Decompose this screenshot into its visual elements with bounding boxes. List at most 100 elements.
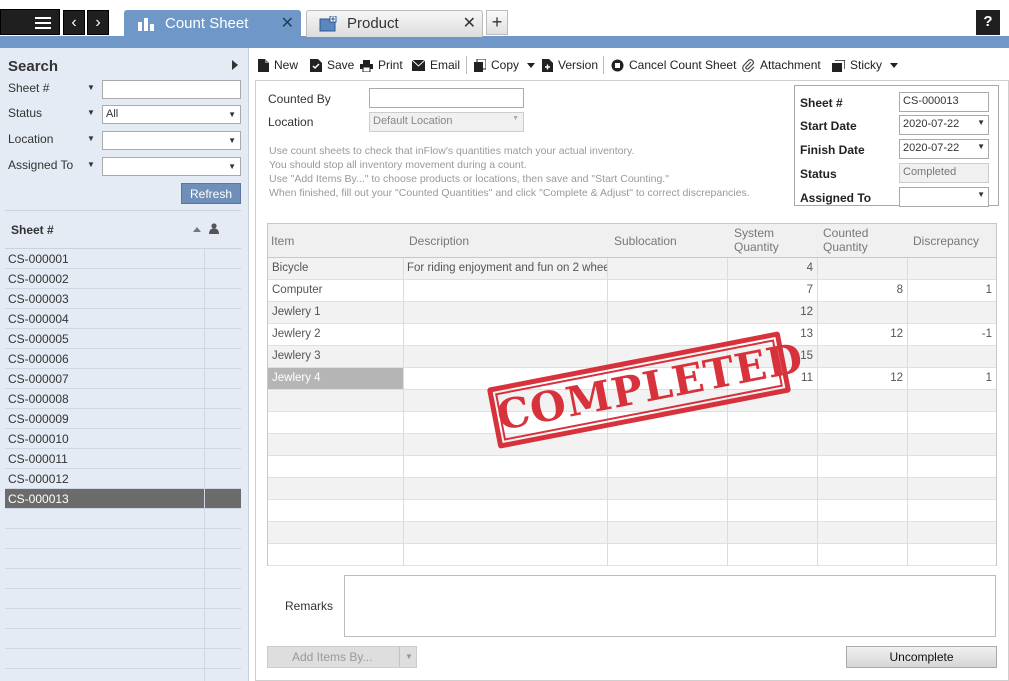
- assigned-to-field[interactable]: ▼: [899, 187, 989, 207]
- sheet-list-row[interactable]: CS-000013: [5, 489, 241, 509]
- item-cell[interactable]: Jewlery 1: [268, 302, 403, 323]
- sheet-list-row[interactable]: CS-000008: [5, 389, 241, 409]
- location-select[interactable]: Default Location ▼: [369, 112, 524, 132]
- sheet-list-row[interactable]: CS-000005: [5, 329, 241, 349]
- grid-row[interactable]: [268, 456, 996, 478]
- system-quantity-cell[interactable]: 4: [727, 258, 817, 279]
- description-cell[interactable]: [403, 324, 607, 345]
- close-tab-icon[interactable]: ✕: [281, 11, 294, 37]
- chevron-down-icon[interactable]: [527, 63, 536, 69]
- description-cell[interactable]: For riding enjoyment and fun on 2 wheels: [403, 258, 607, 279]
- user-icon[interactable]: [209, 223, 219, 234]
- tab-product[interactable]: Product ✕: [306, 10, 483, 37]
- system-quantity-header[interactable]: System Quantity: [734, 226, 779, 260]
- counted-quantity-cell[interactable]: 8: [817, 280, 907, 301]
- chevron-down-icon[interactable]: [890, 63, 899, 69]
- sheet-list-row[interactable]: CS-000009: [5, 409, 241, 429]
- grid-row[interactable]: [268, 434, 996, 456]
- item-cell[interactable]: Jewlery 4: [268, 368, 403, 389]
- sheet-list-row[interactable]: CS-000001: [5, 249, 241, 269]
- item-cell[interactable]: Jewlery 2: [268, 324, 403, 345]
- version-button[interactable]: Version: [542, 56, 598, 74]
- finish-date-field[interactable]: 2020-07-22 ▼: [899, 139, 989, 159]
- sheet-number-field[interactable]: CS-000013: [899, 92, 989, 112]
- discrepancy-cell[interactable]: -1: [907, 324, 996, 345]
- sheet-list-row[interactable]: CS-000011: [5, 449, 241, 469]
- counted-quantity-cell[interactable]: [817, 258, 907, 279]
- filter-options-icon[interactable]: ▼: [87, 108, 95, 117]
- sort-ascending-icon[interactable]: [193, 227, 201, 232]
- collapse-sidebar-icon[interactable]: [232, 60, 238, 70]
- sheet-list-row[interactable]: CS-000002: [5, 269, 241, 289]
- grid-row[interactable]: Jewlery 1 12: [268, 302, 996, 324]
- save-label: Save: [327, 58, 355, 72]
- printer-icon: [360, 59, 373, 72]
- system-quantity-cell[interactable]: 7: [727, 280, 817, 301]
- discrepancy-cell[interactable]: [907, 258, 996, 279]
- sheet-list-row[interactable]: CS-000004: [5, 309, 241, 329]
- grid-row[interactable]: Jewlery 2 13 12 -1: [268, 324, 996, 346]
- grid-row[interactable]: Bicycle For riding enjoyment and fun on 2…: [268, 258, 996, 280]
- forward-button[interactable]: ›: [87, 10, 109, 35]
- grid-row[interactable]: Computer 7 8 1: [268, 280, 996, 302]
- sheet-number-filter-input[interactable]: [102, 80, 241, 99]
- sticky-button[interactable]: Sticky: [832, 56, 899, 74]
- counted-by-input[interactable]: [369, 88, 524, 108]
- counted-quantity-cell[interactable]: 12: [817, 368, 907, 389]
- sheet-column-header[interactable]: Sheet #: [11, 223, 54, 237]
- sublocation-cell[interactable]: [607, 324, 727, 345]
- discrepancy-cell[interactable]: [907, 302, 996, 323]
- remarks-textarea[interactable]: [344, 575, 996, 637]
- description-cell[interactable]: [403, 346, 607, 367]
- print-button[interactable]: Print: [360, 56, 403, 74]
- refresh-button[interactable]: Refresh: [181, 183, 241, 204]
- grid-row[interactable]: [268, 500, 996, 522]
- sublocation-cell[interactable]: [607, 302, 727, 323]
- filter-options-icon[interactable]: ▼: [87, 83, 95, 92]
- counted-quantity-header[interactable]: Counted Quantity: [823, 226, 868, 260]
- counted-quantity-cell[interactable]: [817, 302, 907, 323]
- add-items-by-button[interactable]: Add Items By... ▼: [267, 646, 417, 668]
- new-button[interactable]: New: [258, 56, 298, 74]
- discrepancy-cell[interactable]: 1: [907, 280, 996, 301]
- discrepancy-cell[interactable]: [907, 346, 996, 367]
- sheet-list-row[interactable]: CS-000012: [5, 469, 241, 489]
- grid-row[interactable]: [268, 478, 996, 500]
- counted-quantity-cell[interactable]: 12: [817, 324, 907, 345]
- discrepancy-cell[interactable]: 1: [907, 368, 996, 389]
- counted-quantity-cell[interactable]: [817, 346, 907, 367]
- back-button[interactable]: ‹: [63, 10, 85, 35]
- main-menu-button[interactable]: [0, 9, 60, 35]
- sublocation-cell[interactable]: [607, 280, 727, 301]
- description-cell[interactable]: [403, 280, 607, 301]
- sublocation-cell[interactable]: [607, 258, 727, 279]
- sheet-list-row[interactable]: CS-000010: [5, 429, 241, 449]
- uncomplete-button[interactable]: Uncomplete: [846, 646, 997, 668]
- sheet-list-row[interactable]: CS-000006: [5, 349, 241, 369]
- chevron-down-icon[interactable]: ▼: [405, 647, 413, 667]
- attachment-button[interactable]: Attachment: [742, 56, 821, 74]
- email-button[interactable]: Email: [412, 56, 460, 74]
- item-cell[interactable]: Bicycle: [268, 258, 403, 279]
- status-filter-select[interactable]: All ▼: [102, 105, 241, 124]
- help-button[interactable]: ?: [976, 10, 1000, 35]
- assigned-to-filter-select[interactable]: ▼: [102, 157, 241, 176]
- add-tab-button[interactable]: +: [486, 10, 508, 35]
- tab-count-sheet[interactable]: Count Sheet ✕: [124, 10, 301, 38]
- copy-button[interactable]: Copy: [474, 56, 536, 74]
- grid-row[interactable]: [268, 522, 996, 544]
- description-cell[interactable]: [403, 302, 607, 323]
- filter-options-icon[interactable]: ▼: [87, 160, 95, 169]
- sheet-list-row[interactable]: CS-000003: [5, 289, 241, 309]
- item-cell[interactable]: Computer: [268, 280, 403, 301]
- system-quantity-cell[interactable]: 12: [727, 302, 817, 323]
- cancel-count-sheet-button[interactable]: Cancel Count Sheet: [611, 56, 736, 74]
- start-date-field[interactable]: 2020-07-22 ▼: [899, 115, 989, 135]
- close-tab-icon[interactable]: ✕: [463, 11, 476, 37]
- location-filter-select[interactable]: ▼: [102, 131, 241, 150]
- save-button[interactable]: Save: [310, 56, 354, 74]
- grid-row[interactable]: [268, 544, 996, 566]
- filter-options-icon[interactable]: ▼: [87, 134, 95, 143]
- sheet-list-row[interactable]: CS-000007: [5, 369, 241, 389]
- item-cell[interactable]: Jewlery 3: [268, 346, 403, 367]
